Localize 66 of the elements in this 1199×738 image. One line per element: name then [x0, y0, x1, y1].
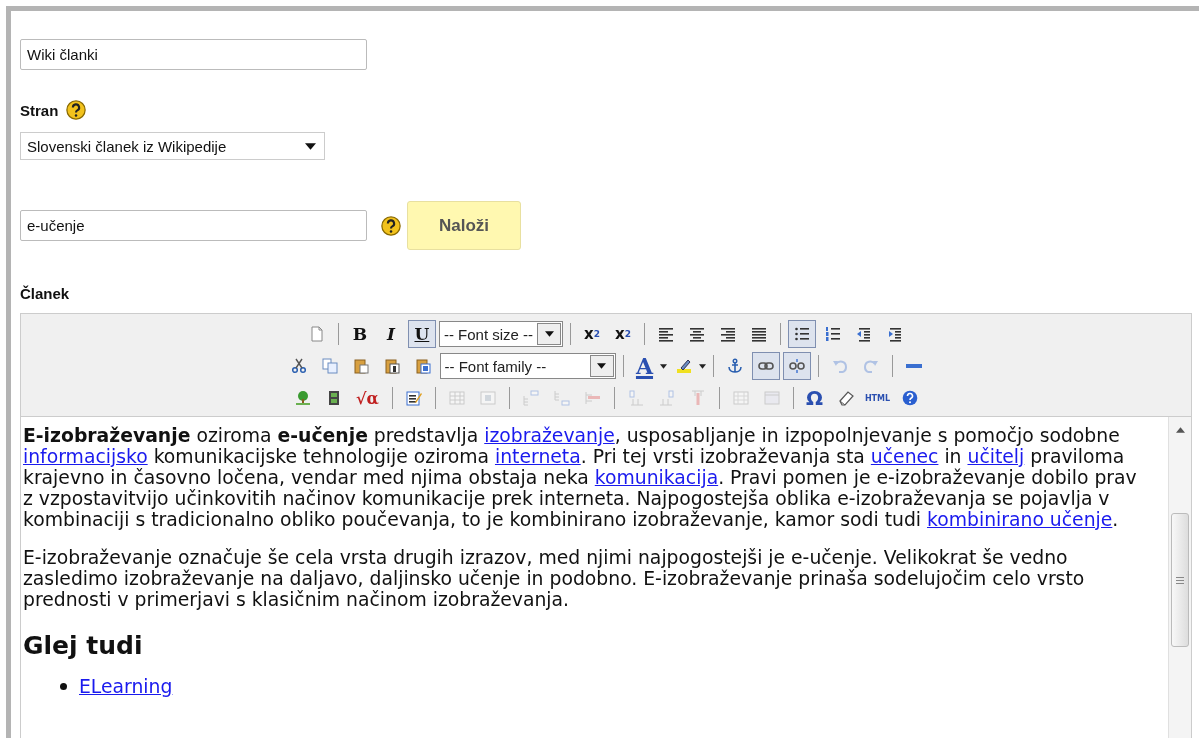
- page-label: Stran: [20, 101, 59, 119]
- anchor-icon: [726, 358, 743, 374]
- document-icon: [308, 326, 325, 342]
- caret-icon[interactable]: [698, 363, 706, 369]
- scissors-icon: [290, 358, 307, 374]
- scroll-up-icon[interactable]: [1175, 427, 1185, 433]
- toolbar-button[interactable]: [788, 320, 817, 348]
- scrollbar[interactable]: [1168, 417, 1191, 738]
- help-icon: [901, 390, 918, 406]
- dropdown-button[interactable]: [537, 323, 562, 345]
- article-link[interactable]: informacijsko: [23, 446, 148, 467]
- bullet-icon: [60, 683, 67, 690]
- caret-icon: [305, 142, 316, 150]
- caret-icon: [597, 363, 606, 369]
- align-left-icon: [658, 326, 675, 342]
- numbered-list-icon: [825, 326, 842, 342]
- help-icon[interactable]: [381, 215, 401, 236]
- format-button[interactable]: √α: [350, 384, 385, 412]
- indent-icon: [887, 326, 904, 342]
- format-button[interactable]: HTML: [862, 384, 893, 412]
- align-right-icon: [720, 326, 737, 342]
- scroll-thumb[interactable]: [1171, 513, 1189, 647]
- table-icon: [448, 390, 465, 406]
- format-button[interactable]: x$^{2}$: [609, 320, 638, 348]
- redo-icon: [862, 358, 879, 374]
- font-select[interactable]: -- Font family --: [439, 353, 616, 379]
- outdent-icon: [856, 326, 873, 342]
- format-button[interactable]: Ω: [800, 384, 829, 412]
- undo-icon: [831, 358, 848, 374]
- caret-icon[interactable]: [659, 363, 667, 369]
- form-edit-icon: [405, 390, 422, 406]
- toolbar-button[interactable]: [751, 352, 780, 380]
- tree-icon: [294, 390, 311, 406]
- unlink-icon: [788, 358, 805, 374]
- load-button[interactable]: Naloži: [407, 201, 521, 250]
- highlighter-icon: [675, 358, 692, 374]
- format-button[interactable]: I: [376, 320, 405, 348]
- bullet-list-icon: [794, 326, 811, 342]
- dropdown-button[interactable]: [589, 355, 614, 377]
- font-select[interactable]: -- Font size --: [438, 321, 564, 347]
- format-button[interactable]: B: [345, 320, 374, 348]
- article-link[interactable]: učitelj: [967, 446, 1025, 467]
- article-link[interactable]: učenec: [870, 446, 939, 467]
- article-link[interactable]: kombinirano učenje: [927, 509, 1113, 530]
- format-button[interactable]: A: [630, 352, 659, 380]
- page-select[interactable]: Slovenski članek iz Wikipedije: [20, 132, 325, 160]
- grip-icon: [1176, 576, 1184, 584]
- article-link[interactable]: izobraževanje: [484, 425, 615, 446]
- align-justify-icon: [751, 326, 768, 342]
- copy-icon: [321, 358, 338, 374]
- search-field[interactable]: e-učenje: [20, 210, 367, 241]
- article-link[interactable]: interneta: [494, 446, 581, 467]
- article-paragraph: E-izobraževanje oziroma e-učenje predstavlja izobraževanje, usposabljanje in izpopolnjevanje s pomočjo sodobne informacijsko komunikacijske tehnologije oziroma interneta. Pri tej vrsti izobraževanja sta učenec in učitelj praviloma krajevno in časovno ločena, vendar med njima obstaja neka komunikacija. Pravi pomen je e-izobraževanje dobilo prav z vzpostavitvijo učinkovitih načinov komunikacije prek interneta. Najpogostejša oblika e-izobraževanja se pojavlja v kombinaciji s tradicionalno obliko poučevanja, to je kombinirano izobraževanje, kamor sodi tudi kombinirano učenje.: [23, 425, 1138, 530]
- clipboard-icon: [352, 358, 369, 374]
- section-heading: Glej tudi: [23, 631, 143, 660]
- format-button[interactable]: U: [407, 320, 436, 348]
- help-icon[interactable]: [66, 100, 87, 120]
- article-link[interactable]: komunikacija: [594, 467, 719, 488]
- article-link[interactable]: ELearning: [79, 676, 173, 697]
- toolbar-button[interactable]: [782, 352, 811, 380]
- article-label: Članek: [20, 285, 70, 302]
- article-paragraph: E-izobraževanje označuje še cela vrsta drugih izrazov, med njimi najpogostejši je e-učenje. Velikokrat še vedno zasledimo izobraževanje na daljavo, daljinsko učenje in podobno. E-izobraževanje prinaša sodelujočim celo vrsto prednosti v primerjavi s klasičnim načinom izobraževanja.: [23, 547, 1086, 610]
- eraser-icon: [837, 390, 854, 406]
- caret-icon: [544, 331, 554, 337]
- align-center-icon: [689, 326, 706, 342]
- title-field[interactable]: Wiki članki: [20, 39, 367, 70]
